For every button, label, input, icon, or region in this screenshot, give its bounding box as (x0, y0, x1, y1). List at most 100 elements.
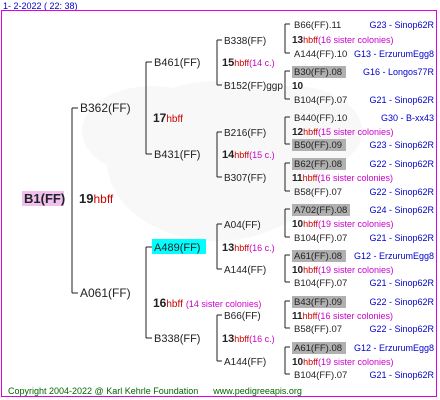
svg-text:13hbff(16 c.): 13hbff(16 c.) (222, 242, 275, 254)
gen1-name-0[interactable]: B362(FF) (80, 101, 131, 115)
gen3mid-note-5: (19 sister colonies) (318, 265, 394, 275)
gen4-name-8[interactable]: A702(FF).08 (294, 205, 347, 216)
gen2mid-year-3: 13 (222, 333, 234, 345)
gen3-name-1[interactable]: B152(FF)ggp (224, 81, 283, 92)
gen3mid-note-2: (15 sister colonies) (318, 127, 394, 137)
gen2mid-note-3: (16 c.) (249, 334, 275, 344)
gen2mid-year-1: 14 (222, 149, 235, 161)
gen3mid-note-0: (16 sister colonies) (318, 35, 394, 45)
gen4-origin-0: G23 - Sinop62R (369, 20, 434, 30)
root-year: 19 (79, 191, 93, 206)
gen4-name-9[interactable]: B104(FF).07 (294, 233, 347, 244)
gen4-origin-9: G21 - Sinop62R (369, 233, 434, 243)
root-name[interactable]: B1(FF) (24, 191, 65, 206)
gen3mid-breeder-5: hbff (303, 265, 318, 275)
gen4-name-5[interactable]: B50(FF).09 (294, 140, 342, 151)
gen4-name-1[interactable]: A144(FF).10 (294, 49, 347, 60)
gen3-name-2[interactable]: B216(FF) (224, 128, 266, 139)
gen3-name-6[interactable]: B66(FF) (224, 311, 261, 322)
gen4-name-15[interactable]: B104(FF).07 (294, 370, 347, 381)
footer-website[interactable]: www.pedigreeapis.org (213, 386, 302, 396)
gen3mid-note-3: (16 sister colonies) (317, 173, 393, 183)
svg-text:19hbff: 19hbff (79, 191, 114, 206)
gen1-note-1: (14 sister colonies) (186, 299, 262, 309)
svg-text:12hbff(15 sister colonies): 12hbff(15 sister colonies) (292, 127, 394, 138)
gen1-breeder-0: hbff (166, 114, 183, 125)
gen4-name-7[interactable]: B58(FF).07 (294, 187, 342, 198)
gen2mid-breeder-3: hbff (234, 334, 249, 344)
gen2-name-2[interactable]: A489(FF) (154, 242, 200, 254)
gen3mid-breeder-3: hbff (303, 173, 318, 183)
gen4-name-4[interactable]: B440(FF).10 (294, 113, 347, 124)
gen4-origin-15: G21 - Sinop62R (369, 370, 434, 380)
svg-text:13hbff(16 sister colonies): 13hbff(16 sister colonies) (292, 35, 394, 46)
gen3mid-year-3: 11 (292, 173, 303, 184)
gen4-group: B66(FF).11 G23 - Sinop62R A144(FF).10 G13 -… (294, 20, 435, 381)
gen3mid-year-6: 11 (292, 311, 303, 322)
gen3mid-year-4: 10 (292, 219, 304, 230)
gen3mid-breeder-2: hbff (303, 127, 318, 137)
pedigree-chart: B1(FF) 19hbff B362(FF) 17hbff A061(FF) 1… (22, 20, 435, 381)
gen4-origin-7: G22 - Sinop62R (369, 187, 434, 197)
svg-text:13hbff(16 c.): 13hbff(16 c.) (222, 333, 275, 345)
svg-text:11hbff(16 sister colonies): 11hbff(16 sister colonies) (292, 173, 393, 184)
gen4-name-3[interactable]: B104(FF).07 (294, 95, 347, 106)
gen1-breeder-1: hbff (166, 299, 183, 310)
gen3mid-breeder-7: hbff (303, 357, 318, 367)
gen2-name-1[interactable]: B431(FF) (154, 149, 200, 161)
gen3mid-year-1: 10 (292, 81, 304, 92)
gen3mid-breeder-6: hbff (303, 311, 318, 321)
gen4-name-2[interactable]: B30(FF).08 (294, 67, 342, 78)
gen4-name-13[interactable]: B58(FF).07 (294, 324, 342, 335)
svg-text:10hbff(19 sister colonies): 10hbff(19 sister colonies) (292, 357, 394, 368)
gen3mid-year-0: 13 (292, 35, 304, 46)
root-breeder: hbff (93, 192, 113, 206)
gen3mid-year-2: 12 (292, 127, 304, 138)
gen4-origin-5: G23 - Sinop62R (369, 140, 434, 150)
svg-text:10hbff(19 sister colonies): 10hbff(19 sister colonies) (292, 265, 394, 276)
gen3-name-3[interactable]: B307(FF) (224, 173, 266, 184)
gen3-name-0[interactable]: B338(FF) (224, 36, 266, 47)
footer-copyright: Copyright 2004-2022 @ Karl Kehrle Founda… (8, 386, 199, 396)
gen2mid-note-1: (15 c.) (249, 150, 275, 160)
svg-text:15hbff(14 c.): 15hbff(14 c.) (222, 57, 275, 69)
gen3mid-note-7: (19 sister colonies) (318, 357, 394, 367)
gen3mid-year-5: 10 (292, 265, 304, 276)
gen4-name-6[interactable]: B62(FF).08 (294, 159, 342, 170)
gen4-name-14[interactable]: A61(FF).08 (294, 343, 342, 354)
svg-text:14hbff(15 c.): 14hbff(15 c.) (222, 149, 275, 161)
gen2mid-note-2: (16 c.) (249, 243, 275, 253)
gen2mid-breeder-1: hbff (234, 150, 249, 160)
gen2mid-breeder-2: hbff (234, 243, 249, 253)
gen1-name-1[interactable]: A061(FF) (80, 286, 131, 300)
gen4-name-0[interactable]: B66(FF).11 (294, 20, 341, 31)
gen1-year-0: 17 (153, 111, 167, 125)
gen2-name-3[interactable]: B338(FF) (154, 333, 200, 345)
gen3mid-breeder-4: hbff (303, 219, 318, 229)
gen3-name-5[interactable]: A144(FF) (224, 265, 266, 276)
gen3mid-note-4: (19 sister colonies) (318, 219, 394, 229)
gen4-name-11[interactable]: B104(FF).07 (294, 278, 347, 289)
gen3mid-note-6: (16 sister colonies) (317, 311, 393, 321)
gen2mid-year-0: 15 (222, 57, 234, 69)
gen2-name-0[interactable]: B461(FF) (154, 57, 200, 69)
gen4-origin-3: G21 - Sinop62R (369, 95, 434, 105)
svg-text:17hbff: 17hbff (153, 111, 183, 125)
gen4-origin-14: G12 - ErzurumEgg8 (354, 343, 434, 353)
gen1-year-1: 16 (153, 296, 167, 310)
gen4-origin-4: G30 - B-xx43 (381, 113, 434, 123)
gen2mid-note-0: (14 c.) (249, 58, 275, 68)
gen4-name-12[interactable]: B43(FF).09 (294, 297, 342, 308)
gen4-origin-10: G12 - ErzurumEgg8 (354, 251, 434, 261)
gen3-name-4[interactable]: A04(FF) (224, 220, 261, 231)
gen3-name-7[interactable]: A144(FF) (224, 357, 266, 368)
gen4-name-10[interactable]: A61(FF).08 (294, 251, 342, 262)
svg-text:11hbff(16 sister colonies): 11hbff(16 sister colonies) (292, 311, 393, 322)
gen2mid-year-2: 13 (222, 242, 234, 254)
pedigree-frame: B1(FF) 19hbff B362(FF) 17hbff A061(FF) 1… (1, 10, 437, 397)
gen4-origin-2: G16 - Longos77R (363, 67, 435, 77)
gen4-origin-1: G13 - ErzurumEgg8 (354, 49, 434, 59)
svg-text:10: 10 (292, 81, 304, 92)
gen3mid-breeder-0: hbff (303, 35, 318, 45)
footer: Copyright 2004-2022 @ Karl Kehrle Founda… (8, 386, 302, 396)
